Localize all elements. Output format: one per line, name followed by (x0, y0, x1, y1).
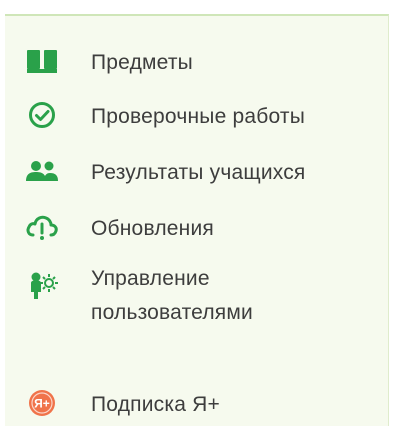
students-icon (25, 156, 59, 186)
menu-item-subscription[interactable]: Я+ Подписка Я+ (5, 386, 385, 422)
menu-item-updates[interactable]: Обновления (5, 212, 385, 246)
cloud-update-icon (25, 212, 59, 242)
book-icon (25, 46, 59, 76)
menu-item-tests[interactable]: Проверочные работы (5, 100, 385, 134)
menu-item-subjects[interactable]: Предметы (5, 46, 385, 80)
sidebar-menu: Предметы Проверочные работы Результаты у… (5, 14, 389, 426)
check-circle-icon (25, 100, 59, 130)
menu-item-label: Управление пользователями (91, 267, 253, 324)
menu-item-label: Результаты учащихся (91, 161, 306, 184)
menu-item-user-management[interactable]: Управление пользователями (5, 262, 385, 332)
menu-item-label: Предметы (91, 51, 193, 74)
menu-item-label: Подписка Я+ (91, 393, 220, 416)
menu-item-student-results[interactable]: Результаты учащихся (5, 156, 385, 190)
menu-item-label: Обновления (91, 217, 214, 240)
subscription-badge-icon: Я+ (25, 388, 59, 418)
menu-item-label: Проверочные работы (91, 105, 306, 128)
subscription-badge-text: Я+ (34, 397, 50, 411)
user-settings-icon (25, 270, 59, 300)
